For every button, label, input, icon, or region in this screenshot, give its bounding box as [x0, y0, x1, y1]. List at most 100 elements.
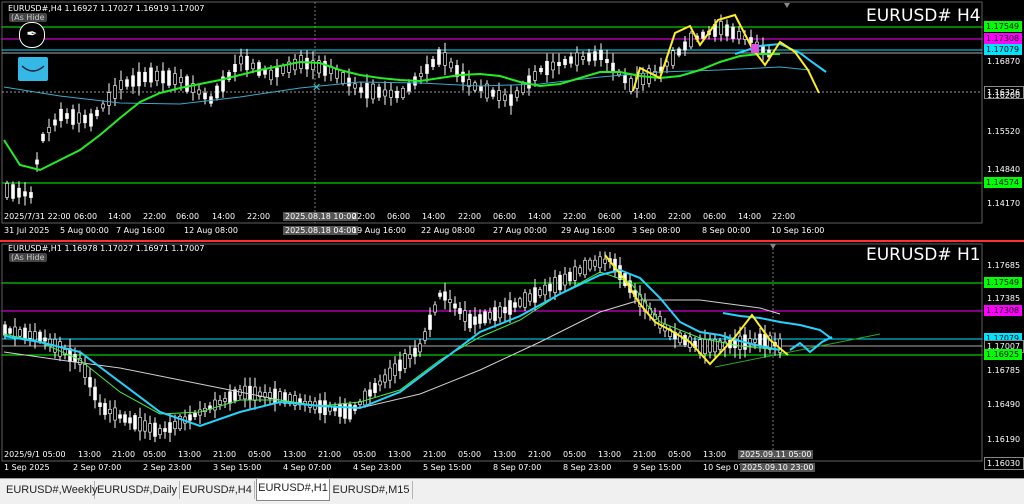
time-axis-label: 4 Sep 23:00 — [353, 463, 402, 472]
pen-icon[interactable]: ✒ — [19, 22, 45, 48]
time-axis-label: 06:00 — [703, 212, 727, 221]
time-axis-label: 21:00 — [633, 450, 657, 459]
candle-body — [523, 292, 527, 308]
price-axis-tick: 1.16870 — [987, 57, 1021, 66]
candle-body — [8, 328, 12, 334]
candle-body — [138, 417, 142, 432]
candle-body — [383, 89, 387, 97]
h1-chart-canvas[interactable] — [0, 242, 1024, 478]
chart-tab-bar: EURUSD#,Weekly EURUSD#,Daily EURUSD#,H4 … — [0, 478, 1024, 504]
as-hide-badge[interactable]: (As Hide — [9, 13, 47, 22]
candle-body — [215, 85, 219, 99]
time-axis-label: 14:00 — [422, 212, 446, 221]
candle-body — [371, 83, 375, 100]
candle-body — [533, 71, 537, 81]
candle-body — [553, 277, 557, 293]
time-axis-label: 14:00 — [108, 212, 132, 221]
as-hide-badge[interactable]: (As Hide — [9, 253, 47, 262]
candle-body — [148, 423, 152, 433]
candle-body — [468, 313, 472, 329]
candle-body — [603, 258, 607, 264]
candle-body — [89, 113, 93, 127]
candle-body — [708, 339, 712, 353]
candle-body — [458, 308, 462, 314]
time-axis-label: 06:00 — [387, 212, 411, 221]
candle-body — [689, 32, 693, 48]
candle-body — [173, 73, 177, 85]
candle-body — [498, 306, 502, 319]
time-axis-label: 2025.08.18 10:00 — [283, 212, 359, 221]
candle-body — [538, 289, 542, 296]
candle-body — [473, 316, 477, 325]
tab-daily[interactable]: EURUSD#,Daily — [95, 481, 180, 499]
candle-body — [563, 273, 567, 286]
candle-body — [33, 331, 37, 341]
price-level-tag-0: 1.17549 — [984, 21, 1022, 32]
time-axis-label: 22:00 — [458, 212, 482, 221]
time-axis-label: 9 Sep 15:00 — [633, 463, 682, 472]
time-axis-label: 06:00 — [74, 212, 98, 221]
candle-body — [41, 133, 45, 142]
candle-body — [518, 298, 522, 307]
time-axis-label: 21:00 — [112, 450, 136, 459]
candle-body — [453, 303, 457, 309]
tab-weekly[interactable]: EURUSD#,Weekly — [6, 481, 98, 499]
time-axis-label: 2025.09.10 23:00 — [740, 463, 816, 472]
candle-body — [203, 92, 207, 100]
time-axis-label: 2025/9/1 05:00 — [4, 450, 66, 459]
candle-body — [333, 407, 337, 412]
h4-chart-canvas[interactable]: ✕ — [0, 0, 1024, 240]
candle-body — [503, 94, 507, 101]
curve-tool-icon[interactable] — [18, 57, 48, 81]
price-level-tag-4: 1.16925 — [984, 349, 1022, 360]
watermark: EURUSD# H4 — [866, 6, 981, 26]
time-axis-label: 8 Sep 23:00 — [563, 463, 612, 472]
time-axis-label: 05:00 — [248, 450, 272, 459]
time-axis-label: 5 Aug 00:00 — [60, 226, 109, 235]
time-axis-label: 13:00 — [388, 450, 412, 459]
candle-body — [605, 58, 609, 64]
candle-body — [509, 94, 513, 106]
candle-body — [703, 339, 707, 355]
candle-body — [389, 89, 393, 98]
candle-body — [77, 112, 81, 124]
tab-h1[interactable]: EURUSD#,H1 — [256, 479, 330, 501]
time-axis-label: 13:00 — [493, 450, 517, 459]
candle-body — [578, 267, 582, 274]
candle-body — [113, 85, 117, 99]
chart-window-h4[interactable]: ✕ EURUSD#,H4 1.16927 1.17027 1.16919 1.1… — [0, 0, 1024, 240]
candle-body — [155, 70, 159, 82]
tab-h4[interactable]: EURUSD#,H4 — [180, 481, 255, 499]
candle-body — [263, 69, 267, 75]
candle-body — [125, 79, 129, 87]
candle-body — [731, 26, 735, 39]
time-axis-label: 06:00 — [598, 212, 622, 221]
candle-body — [557, 61, 561, 67]
time-axis-label: 14:00 — [738, 212, 762, 221]
time-axis-label: 06:00 — [176, 212, 200, 221]
time-axis-label: 05:00 — [353, 450, 377, 459]
time-axis-label: 06:00 — [493, 212, 517, 221]
time-axis-label: 13:00 — [598, 450, 622, 459]
candle-body — [13, 326, 17, 338]
candle-body — [58, 341, 62, 357]
candle-body — [599, 49, 603, 61]
candle-body — [93, 386, 97, 401]
candle-body — [38, 331, 42, 342]
time-axis-label: 7 Aug 16:00 — [116, 226, 165, 235]
time-axis-label: 22:00 — [143, 212, 167, 221]
chart-window-h1[interactable]: EURUSD#,H1 1.16978 1.17027 1.16971 1.170… — [0, 242, 1024, 478]
candle-body — [569, 56, 573, 64]
candle-body — [598, 256, 602, 268]
time-axis-label: 22 Aug 08:00 — [421, 226, 475, 235]
candle-body — [433, 304, 437, 313]
candle-body — [197, 89, 201, 95]
candle-body — [161, 70, 165, 84]
tab-m15[interactable]: EURUSD#,M15 — [330, 481, 413, 499]
price-level-tag-2: 1.17079 — [984, 44, 1022, 55]
time-axis-label: 8 Sep 07:00 — [493, 463, 542, 472]
candle-body — [437, 49, 441, 65]
candle-body — [143, 420, 147, 432]
time-axis-label: 5 Sep 15:00 — [423, 463, 472, 472]
candle-body — [143, 71, 147, 83]
